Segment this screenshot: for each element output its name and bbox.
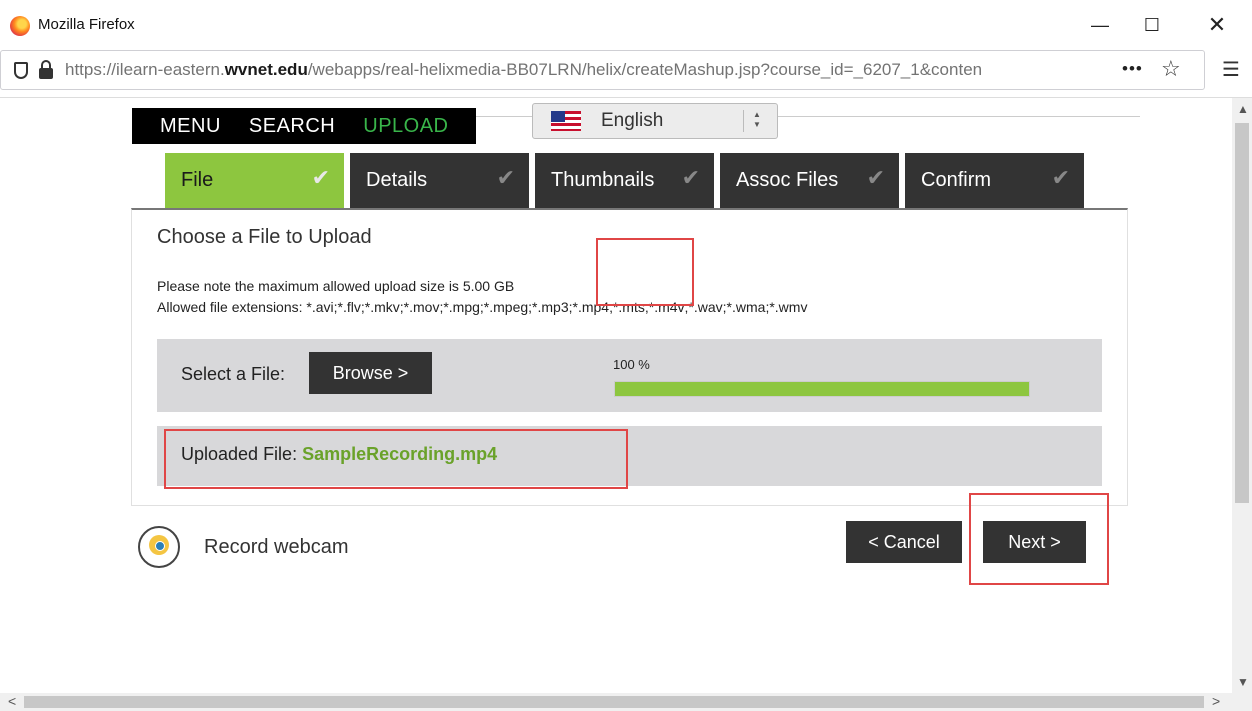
scroll-right-icon[interactable]: >: [1212, 693, 1220, 709]
wizard-tabs: File ✔ Details ✔ Thumbnails ✔ Assoc File…: [165, 153, 1090, 208]
language-select[interactable]: English ▲ ▼: [532, 103, 778, 139]
tab-label: Thumbnails: [551, 169, 655, 191]
progress-bar: [614, 381, 1030, 397]
tab-label: Confirm: [921, 169, 992, 191]
select-separator: [743, 110, 744, 132]
nav-upload[interactable]: UPLOAD: [363, 115, 448, 138]
tab-file[interactable]: File ✔: [165, 153, 344, 208]
highlight-box-next: [969, 493, 1109, 585]
vertical-scroll-thumb[interactable]: [1235, 123, 1249, 503]
horizontal-scrollbar[interactable]: < >: [0, 693, 1252, 711]
scroll-left-icon[interactable]: <: [8, 693, 16, 709]
lock-icon[interactable]: [39, 60, 53, 79]
tab-details[interactable]: Details ✔: [350, 153, 529, 208]
tracking-shield-icon[interactable]: [14, 62, 28, 79]
panel-title: Choose a File to Upload: [157, 226, 372, 248]
checkmark-icon: ✔: [311, 165, 330, 190]
cancel-button[interactable]: < Cancel: [846, 521, 962, 563]
highlight-box-uploaded-file: [164, 429, 628, 489]
top-navigation: MENU SEARCH UPLOAD: [132, 108, 476, 144]
url-path: /webapps/real-helixmedia-BB07LRN/helix/c…: [307, 60, 983, 79]
vertical-scrollbar[interactable]: ▲ ▼: [1232, 98, 1252, 693]
firefox-logo-icon: [10, 16, 30, 36]
progress-percent: 100 %: [613, 357, 650, 372]
window-title: Mozilla Firefox: [38, 16, 135, 33]
url-text[interactable]: https://ilearn-eastern.wvnet.edu/webapps…: [65, 60, 982, 80]
scroll-down-icon[interactable]: ▼: [1237, 675, 1249, 689]
select-arrows-icon: ▲ ▼: [753, 110, 761, 130]
record-webcam-label[interactable]: Record webcam: [204, 536, 349, 559]
checkmark-icon: ✔: [681, 165, 700, 190]
checkmark-icon: ✔: [1051, 165, 1070, 190]
tab-assoc-files[interactable]: Assoc Files ✔: [720, 153, 899, 208]
arrow-up-glyph: ▲: [753, 110, 761, 119]
page-actions-button[interactable]: •••: [1122, 59, 1143, 79]
bookmark-star-icon[interactable]: ☆: [1161, 56, 1181, 82]
upload-note: Please note the maximum allowed upload s…: [157, 276, 807, 318]
page-content: MENU SEARCH UPLOAD English ▲ ▼ File ✔ Det…: [0, 98, 1232, 693]
checkmark-icon: ✔: [866, 165, 885, 190]
extensions-note: Allowed file extensions: *.avi;*.flv;*.m…: [157, 299, 808, 315]
url-prefix: https://ilearn-eastern.: [65, 60, 225, 79]
close-window-button[interactable]: ✕: [1200, 10, 1234, 40]
nav-search[interactable]: SEARCH: [249, 115, 335, 138]
nav-menu[interactable]: MENU: [160, 115, 221, 138]
hamburger-menu-icon[interactable]: ☰: [1222, 57, 1240, 82]
us-flag-icon: [551, 111, 581, 131]
browse-button[interactable]: Browse >: [309, 352, 432, 394]
tab-label: Assoc Files: [736, 169, 839, 191]
tab-confirm[interactable]: Confirm ✔: [905, 153, 1084, 208]
maximize-button[interactable]: ☐: [1135, 10, 1169, 40]
select-file-label: Select a File:: [181, 364, 286, 384]
horizontal-scroll-thumb[interactable]: [24, 696, 1204, 708]
browser-toolbar: https://ilearn-eastern.wvnet.edu/webapps…: [0, 48, 1252, 98]
select-file-row: Select a File: Browse > 100 %: [157, 339, 1102, 412]
address-bar[interactable]: https://ilearn-eastern.wvnet.edu/webapps…: [0, 50, 1205, 90]
highlight-box-progress: [596, 238, 694, 306]
webcam-icon[interactable]: [138, 526, 180, 568]
tab-label: File: [181, 169, 214, 191]
progress-fill: [615, 382, 1029, 396]
max-size-note: Please note the maximum allowed upload s…: [157, 278, 515, 294]
language-value: English: [601, 110, 664, 131]
tab-thumbnails[interactable]: Thumbnails ✔: [535, 153, 714, 208]
minimize-button[interactable]: —: [1083, 10, 1117, 40]
url-domain: wvnet.edu: [224, 60, 308, 79]
arrow-down-glyph: ▼: [753, 120, 761, 129]
checkmark-icon: ✔: [496, 165, 515, 190]
scroll-up-icon[interactable]: ▲: [1237, 102, 1249, 116]
tab-label: Details: [366, 169, 428, 191]
